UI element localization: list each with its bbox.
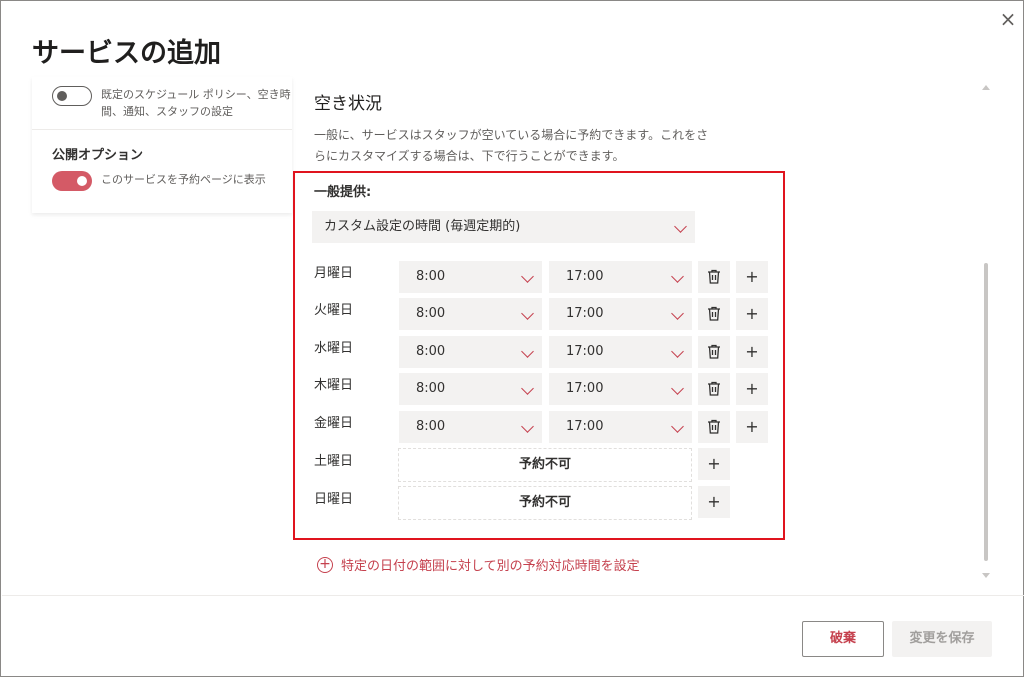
add-button-monday[interactable]: + <box>736 261 768 293</box>
add-button-sunday[interactable]: + <box>698 486 730 518</box>
close-icon[interactable]: × <box>997 9 1019 31</box>
schedule-type-value: カスタム設定の時間 (毎週定期的) <box>324 219 521 234</box>
chevron-down-icon <box>674 220 687 233</box>
start-time-select-friday[interactable]: 8:00 <box>399 411 542 443</box>
end-time-select-thursday[interactable]: 17:00 <box>549 373 692 405</box>
default-policy-text: 既定のスケジュール ポリシー、空き時 間、通知、スタッフの設定 <box>101 86 291 120</box>
default-policy-text-line2: 間、通知、スタッフの設定 <box>101 105 233 118</box>
start-time-select-tuesday[interactable]: 8:00 <box>399 298 542 330</box>
chevron-down-icon <box>521 307 534 320</box>
availability-description: 一般に、サービスはスタッフが空いている場合に予約できます。これをさ らにカスタマ… <box>314 125 734 167</box>
chevron-down-icon <box>671 382 684 395</box>
add-button-tuesday[interactable]: + <box>736 298 768 330</box>
chevron-down-icon <box>521 382 534 395</box>
availability-description-line1: 一般に、サービスはスタッフが空いている場合に予約できます。これをさ <box>314 128 709 142</box>
scrollbar-thumb[interactable] <box>984 263 988 561</box>
availability-description-line2: らにカスタマイズする場合は、下で行うことができます。 <box>314 149 625 163</box>
dialog: × サービスの追加 既定のスケジュール ポリシー、空き時 間、通知、スタッフの設… <box>0 0 1024 677</box>
start-time-select-monday[interactable]: 8:00 <box>399 261 542 293</box>
default-policy-text-line1: 既定のスケジュール ポリシー、空き時 <box>101 88 291 101</box>
end-time-value: 17:00 <box>566 344 604 359</box>
add-date-range-link[interactable]: + 特定の日付の範囲に対して別の予約対応時間を設定 <box>317 555 640 574</box>
toggle-knob <box>77 176 87 186</box>
day-label-wednesday: 水曜日 <box>314 341 354 356</box>
default-policy-toggle[interactable] <box>52 86 92 106</box>
chevron-down-icon <box>671 420 684 433</box>
chevron-down-icon <box>521 270 534 283</box>
start-time-select-wednesday[interactable]: 8:00 <box>399 336 542 368</box>
start-time-value: 8:00 <box>416 381 446 396</box>
add-button-thursday[interactable]: + <box>736 373 768 405</box>
chevron-down-icon <box>671 270 684 283</box>
availability-title: 空き状況 <box>314 94 382 114</box>
start-time-value: 8:00 <box>416 344 446 359</box>
scroll-down-arrow-icon[interactable] <box>982 573 990 578</box>
start-time-value: 8:00 <box>416 269 446 284</box>
default-policy-row: 既定のスケジュール ポリシー、空き時 間、通知、スタッフの設定 <box>32 77 292 130</box>
toggle-knob <box>57 91 67 101</box>
trash-icon <box>708 381 720 396</box>
trash-icon <box>708 344 720 359</box>
end-time-value: 17:00 <box>566 419 604 434</box>
delete-button-wednesday[interactable] <box>698 336 730 368</box>
chevron-down-icon <box>521 345 534 358</box>
day-label-friday: 金曜日 <box>314 416 354 431</box>
trash-icon <box>708 269 720 284</box>
unavailable-slot-sunday: 予約不可 <box>398 486 692 520</box>
unavailable-slot-saturday: 予約不可 <box>398 448 692 482</box>
start-time-value: 8:00 <box>416 419 446 434</box>
add-date-range-label: 特定の日付の範囲に対して別の予約対応時間を設定 <box>341 559 640 574</box>
save-changes-button[interactable]: 変更を保存 <box>892 621 992 657</box>
add-button-wednesday[interactable]: + <box>736 336 768 368</box>
chevron-down-icon <box>521 420 534 433</box>
left-settings-panel: 既定のスケジュール ポリシー、空き時 間、通知、スタッフの設定 公開オプション … <box>32 77 292 213</box>
end-time-select-wednesday[interactable]: 17:00 <box>549 336 692 368</box>
discard-button[interactable]: 破棄 <box>802 621 884 657</box>
add-circle-icon: + <box>317 556 333 573</box>
delete-button-thursday[interactable] <box>698 373 730 405</box>
end-time-select-tuesday[interactable]: 17:00 <box>549 298 692 330</box>
delete-button-friday[interactable] <box>698 411 730 443</box>
day-label-tuesday: 火曜日 <box>314 303 354 318</box>
start-time-select-thursday[interactable]: 8:00 <box>399 373 542 405</box>
publish-toggle-text: このサービスを予約ページに表示 <box>101 173 266 186</box>
chevron-down-icon <box>671 345 684 358</box>
add-button-friday[interactable]: + <box>736 411 768 443</box>
scroll-up-arrow-icon[interactable] <box>982 85 990 90</box>
start-time-value: 8:00 <box>416 306 446 321</box>
page-title: サービスの追加 <box>32 38 221 69</box>
trash-icon <box>708 419 720 434</box>
end-time-select-monday[interactable]: 17:00 <box>549 261 692 293</box>
end-time-value: 17:00 <box>566 306 604 321</box>
day-label-sunday: 日曜日 <box>314 492 354 507</box>
end-time-value: 17:00 <box>566 269 604 284</box>
footer-divider <box>2 595 1024 596</box>
add-button-saturday[interactable]: + <box>698 448 730 480</box>
end-time-value: 17:00 <box>566 381 604 396</box>
day-label-saturday: 土曜日 <box>314 454 354 469</box>
publish-toggle[interactable] <box>52 171 92 191</box>
publish-options-label: 公開オプション <box>52 148 144 163</box>
trash-icon <box>708 306 720 321</box>
end-time-select-friday[interactable]: 17:00 <box>549 411 692 443</box>
general-availability-label: 一般提供: <box>314 185 372 200</box>
delete-button-tuesday[interactable] <box>698 298 730 330</box>
delete-button-monday[interactable] <box>698 261 730 293</box>
schedule-type-select[interactable]: カスタム設定の時間 (毎週定期的) <box>312 211 695 243</box>
day-label-thursday: 木曜日 <box>314 378 354 393</box>
day-label-monday: 月曜日 <box>314 266 354 281</box>
chevron-down-icon <box>671 307 684 320</box>
